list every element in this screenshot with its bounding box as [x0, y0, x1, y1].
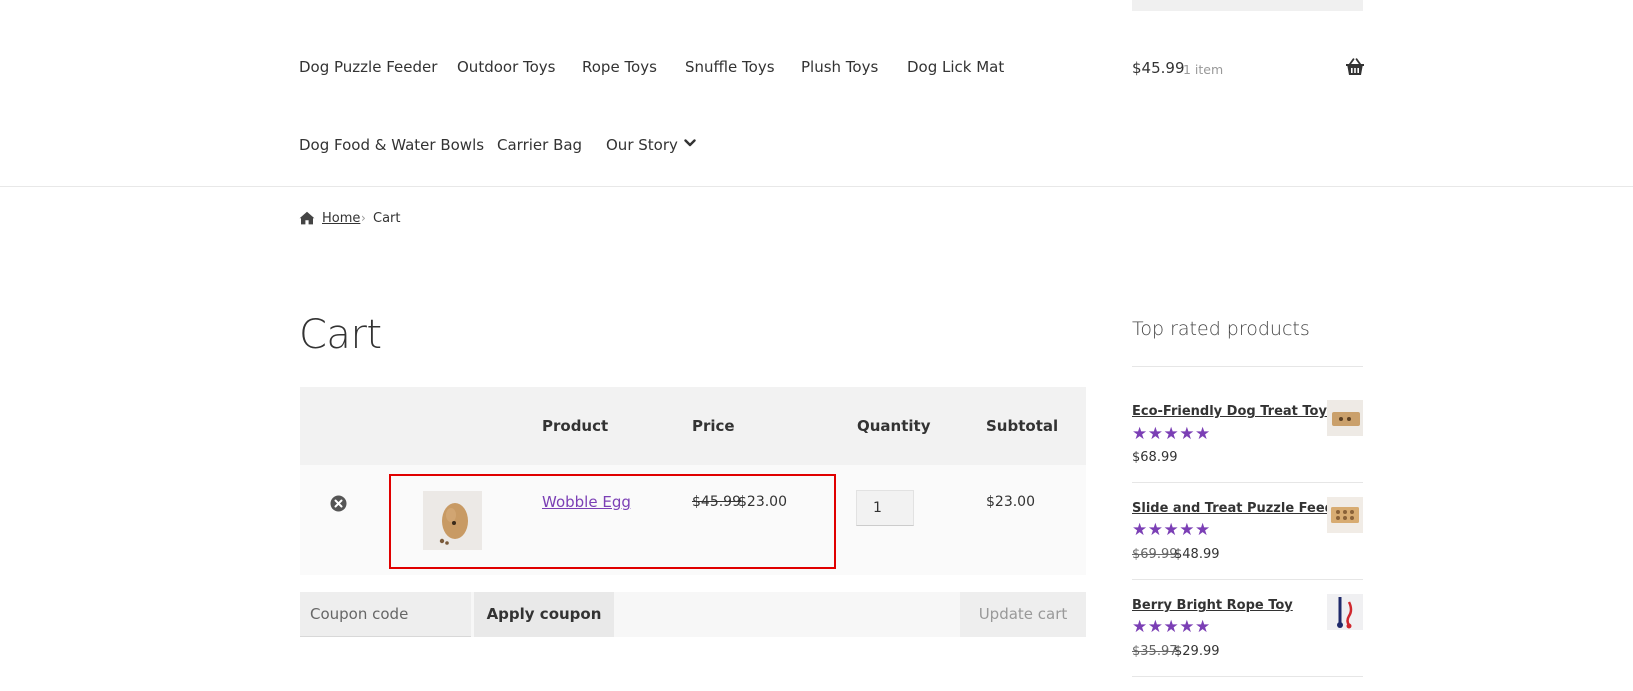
- column-header-price: Price: [692, 417, 735, 435]
- nav-item-snuffle-toys[interactable]: Snuffle Toys: [685, 58, 775, 76]
- star-rating: ★★★★★: [1132, 520, 1211, 540]
- update-cart-button[interactable]: Update cart: [960, 592, 1086, 637]
- sidebar-product-price-old: $69.99: [1132, 547, 1178, 562]
- highlight-box: [389, 474, 836, 569]
- sidebar-product-thumbnail[interactable]: [1327, 594, 1363, 630]
- row-subtotal: $23.00: [986, 494, 1035, 510]
- coupon-code-input[interactable]: [300, 592, 471, 637]
- sidebar-product-price-old: $35.97: [1132, 644, 1178, 659]
- nav-item-dog-lick-mat[interactable]: Dog Lick Mat: [907, 58, 1004, 76]
- chevron-down-icon[interactable]: [684, 138, 696, 148]
- nav-item-outdoor-toys[interactable]: Outdoor Toys: [457, 58, 556, 76]
- nav-item-dog-food-water-bowls[interactable]: Dog Food & Water Bowls: [299, 136, 484, 154]
- remove-item-icon[interactable]: [330, 495, 347, 512]
- header-divider: [0, 186, 1633, 187]
- star-rating: ★★★★★: [1132, 424, 1211, 444]
- sidebar-product-price: $29.99: [1174, 644, 1220, 659]
- page-title: Cart: [299, 312, 382, 358]
- nav-item-our-story[interactable]: Our Story: [606, 136, 678, 154]
- sidebar-product-link[interactable]: Slide and Treat Puzzle Feeder: [1132, 501, 1349, 516]
- sidebar-divider: [1132, 366, 1363, 367]
- sidebar-divider: [1132, 579, 1363, 580]
- column-header-quantity: Quantity: [857, 417, 931, 435]
- star-rating: ★★★★★: [1132, 617, 1211, 637]
- header-cart-amount[interactable]: $45.99: [1132, 59, 1185, 77]
- breadcrumb-separator: ›: [361, 211, 366, 225]
- apply-coupon-button[interactable]: Apply coupon: [474, 592, 614, 637]
- sidebar-divider: [1132, 676, 1363, 677]
- column-header-subtotal: Subtotal: [986, 417, 1059, 435]
- sidebar-title: Top rated products: [1132, 318, 1310, 340]
- sidebar-product-link[interactable]: Berry Bright Rope Toy: [1132, 598, 1293, 613]
- header-cart-count[interactable]: 1 item: [1183, 62, 1223, 77]
- header-search-bar: [1132, 0, 1363, 11]
- home-icon: [299, 211, 315, 225]
- sidebar-product-price: $48.99: [1174, 547, 1220, 562]
- nav-item-plush-toys[interactable]: Plush Toys: [801, 58, 878, 76]
- sidebar-divider: [1132, 482, 1363, 483]
- breadcrumb-home-link[interactable]: Home: [322, 211, 360, 226]
- nav-item-rope-toys[interactable]: Rope Toys: [582, 58, 657, 76]
- column-header-product: Product: [542, 417, 609, 435]
- nav-item-carrier-bag[interactable]: Carrier Bag: [497, 136, 582, 154]
- breadcrumb-current: Cart: [373, 211, 401, 226]
- sidebar-product-price: $68.99: [1132, 450, 1178, 465]
- sidebar-product-thumbnail[interactable]: [1327, 400, 1363, 436]
- basket-icon[interactable]: [1345, 58, 1365, 76]
- sidebar-product-thumbnail[interactable]: [1327, 497, 1363, 533]
- sidebar-product-link[interactable]: Eco-Friendly Dog Treat Toys: [1132, 404, 1335, 419]
- nav-item-dog-puzzle-feeder[interactable]: Dog Puzzle Feeder: [299, 58, 437, 76]
- quantity-input[interactable]: [856, 490, 914, 526]
